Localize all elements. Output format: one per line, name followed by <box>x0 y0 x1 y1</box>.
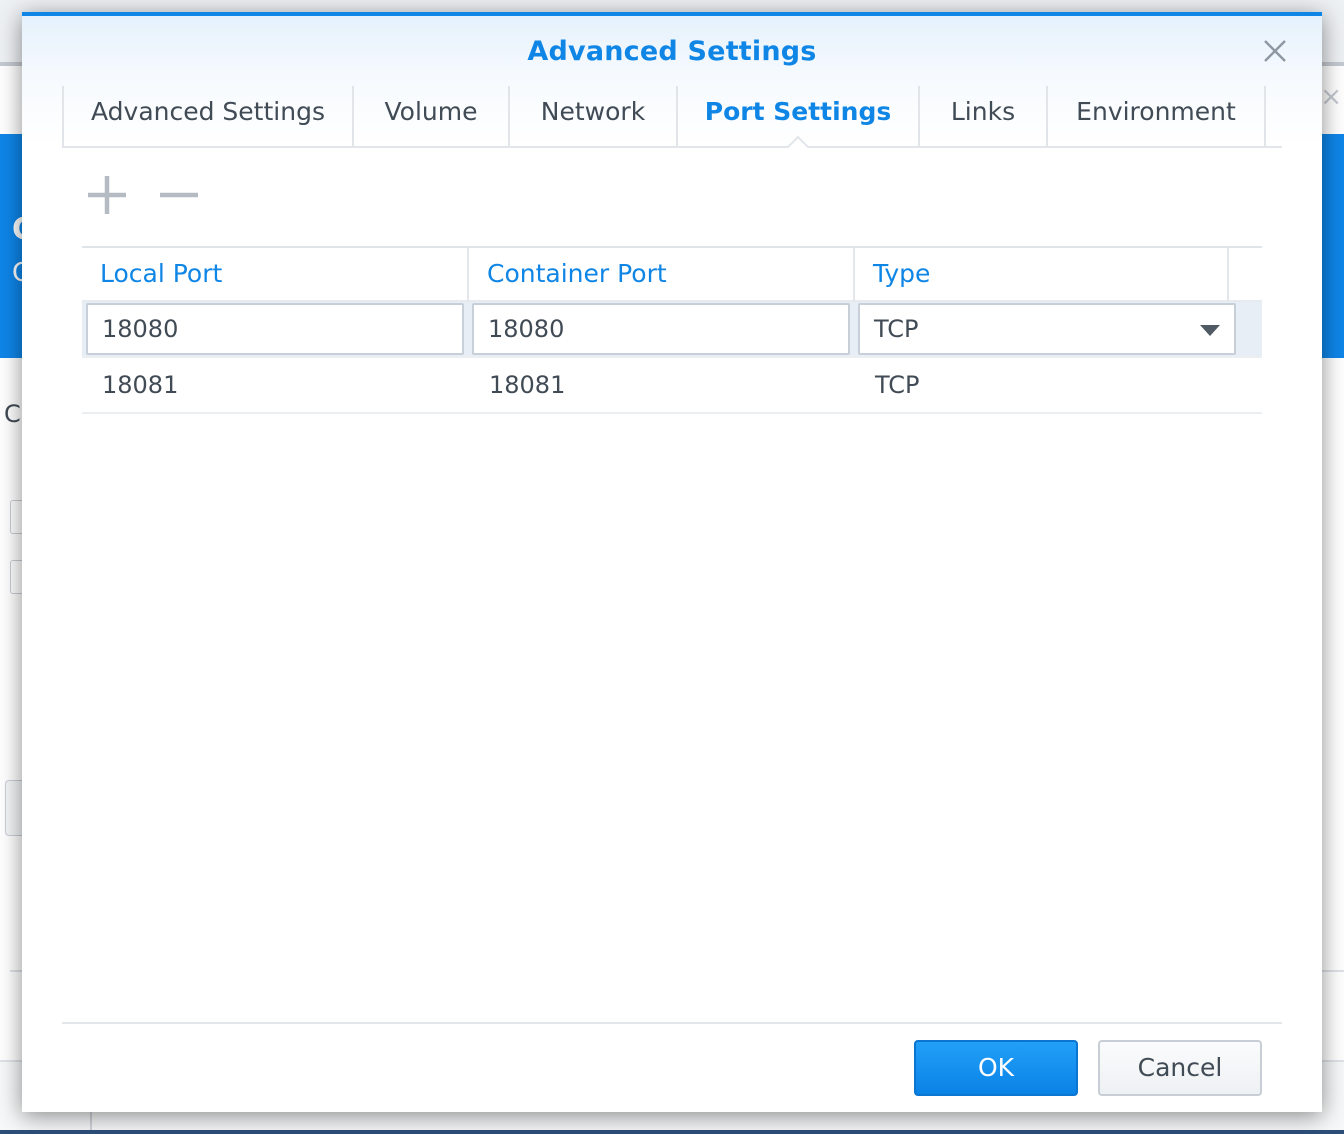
type-select-value: TCP <box>874 315 919 343</box>
close-icon[interactable] <box>1260 36 1290 66</box>
port-toolbar <box>86 174 200 224</box>
ok-button[interactable]: OK <box>914 1040 1078 1096</box>
minus-icon[interactable] <box>158 174 200 216</box>
tab-volume[interactable]: Volume <box>352 86 508 146</box>
plus-icon[interactable] <box>86 174 128 216</box>
footer-divider <box>62 1022 1282 1024</box>
table-row[interactable]: 18081 18081 TCP <box>82 358 1262 414</box>
cancel-button[interactable]: Cancel <box>1098 1040 1262 1096</box>
tab-port-settings-label: Port Settings <box>704 97 892 126</box>
port-grid: Local Port Container Port Type 18080 180… <box>82 246 1262 414</box>
advanced-settings-dialog: Advanced Settings Advanced Settings Volu… <box>22 12 1322 1112</box>
column-spacer <box>1229 248 1262 302</box>
active-tab-caret-icon <box>787 136 809 148</box>
local-port-cell: 18081 <box>102 371 179 399</box>
column-container-port[interactable]: Container Port <box>469 248 855 302</box>
tab-port-settings[interactable]: Port Settings <box>676 86 918 148</box>
container-port-cell: 18081 <box>489 371 566 399</box>
type-select[interactable]: TCP <box>858 303 1236 355</box>
background-label: C <box>4 400 21 428</box>
tab-advanced-settings[interactable]: Advanced Settings <box>62 86 352 146</box>
column-local-port[interactable]: Local Port <box>82 248 469 302</box>
local-port-input[interactable]: 18080 <box>86 303 464 355</box>
container-port-input[interactable]: 18080 <box>472 303 850 355</box>
column-type[interactable]: Type <box>855 248 1229 302</box>
chevron-down-icon[interactable] <box>1200 325 1220 337</box>
tab-network[interactable]: Network <box>508 86 676 146</box>
tab-environment[interactable]: Environment <box>1046 86 1266 146</box>
type-cell: TCP <box>875 371 920 399</box>
grid-header: Local Port Container Port Type <box>82 246 1262 302</box>
tab-links[interactable]: Links <box>918 86 1046 146</box>
background-bottom-line <box>0 1130 1344 1134</box>
table-row[interactable]: 18080 18080 TCP <box>82 302 1262 358</box>
tab-bar: Advanced Settings Volume Network Port Se… <box>62 86 1282 148</box>
background-close-icon: × <box>1320 82 1342 112</box>
dialog-title: Advanced Settings <box>527 36 817 67</box>
